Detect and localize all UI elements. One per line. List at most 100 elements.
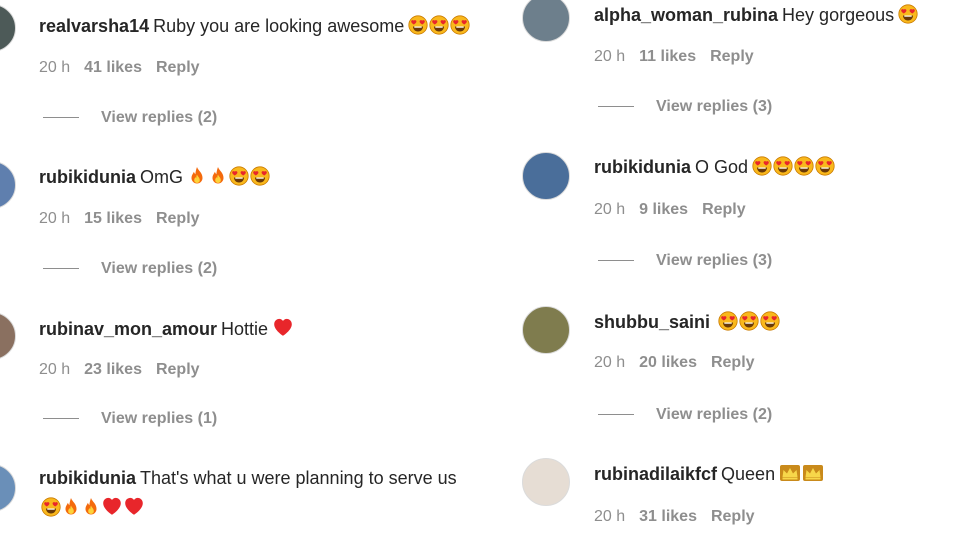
comment-text-line: rubinav_mon_amour Hottie <box>39 316 295 344</box>
comment-item: alpha_woman_rubina Hey gorgeous 20 h 11 li… <box>512 0 960 140</box>
comment-emojis <box>408 15 471 41</box>
comment-emojis <box>718 311 781 337</box>
comment-text-line: realvarsha14 Ruby you are looking awesome <box>39 14 471 41</box>
comment-likes[interactable]: 11 likes <box>639 48 696 65</box>
comment-time: 20 h <box>594 201 626 218</box>
heart-eyes-emoji <box>250 166 270 186</box>
comment-text-line: rubikidunia That's what u were planning t… <box>39 466 457 490</box>
crown-emoji <box>779 463 801 483</box>
comment-body: O God <box>695 157 749 177</box>
comment-text-line: rubikidunia O God <box>594 155 836 182</box>
comment-item: rubinadilaikfcf Queen 20 h 31 likes Reply <box>512 452 960 540</box>
view-replies-button[interactable]: View replies (2) <box>43 109 217 127</box>
comment-meta: 20 h 15 likes Reply <box>39 210 214 228</box>
reply-button[interactable]: Reply <box>156 210 200 227</box>
heart-eyes-emoji <box>773 156 793 176</box>
comment-likes[interactable]: 15 likes <box>84 210 142 227</box>
comment-item: rubikidunia OmG 20 h 15 likes Reply View re… <box>0 152 500 292</box>
comment-username[interactable]: rubinadilaikfcf <box>594 464 717 484</box>
comment-username[interactable]: shubbu_saini <box>594 312 710 332</box>
avatar[interactable] <box>0 161 16 209</box>
red-heart-emoji <box>101 495 123 517</box>
comment-username[interactable]: realvarsha14 <box>39 16 149 36</box>
comment-likes[interactable]: 41 likes <box>84 59 142 76</box>
comments-column-right: alpha_woman_rubina Hey gorgeous 20 h 11 li… <box>512 0 960 540</box>
red-heart-emoji <box>272 316 294 338</box>
view-replies-button[interactable]: View replies (3) <box>598 252 772 270</box>
view-replies-label: View replies (3) <box>656 252 773 269</box>
replies-divider <box>43 117 79 119</box>
comment-text-line: alpha_woman_rubina Hey gorgeous <box>594 3 919 30</box>
avatar[interactable] <box>0 464 16 512</box>
fire-emoji <box>208 166 228 186</box>
heart-eyes-emoji <box>760 311 780 331</box>
replies-divider <box>43 418 79 420</box>
comment-meta: 20 h 41 likes Reply <box>39 59 214 77</box>
heart-eyes-emoji <box>739 311 759 331</box>
comment-emojis <box>187 166 271 192</box>
reply-button[interactable]: Reply <box>156 361 200 378</box>
reply-button[interactable]: Reply <box>711 508 755 525</box>
comment-likes[interactable]: 23 likes <box>84 361 142 378</box>
heart-eyes-emoji <box>41 497 61 517</box>
comment-username[interactable]: alpha_woman_rubina <box>594 5 778 25</box>
comment-text-line: rubinadilaikfcf Queen <box>594 462 825 489</box>
red-heart-emoji <box>123 495 145 517</box>
heart-eyes-emoji <box>898 4 918 24</box>
reply-button[interactable]: Reply <box>710 48 754 65</box>
comment-text-line: shubbu_saini <box>594 310 781 337</box>
comment-emojis <box>272 316 295 344</box>
view-replies-button[interactable]: View replies (2) <box>598 406 772 424</box>
avatar[interactable] <box>522 306 570 354</box>
replies-divider <box>598 106 634 108</box>
comment-username[interactable]: rubikidunia <box>39 468 136 488</box>
comment-body: Hottie <box>221 319 269 339</box>
comment-body: OmG <box>140 167 184 187</box>
avatar[interactable] <box>522 152 570 200</box>
fire-emoji <box>61 497 81 517</box>
comment-time: 20 h <box>594 354 626 371</box>
comment-body: That's what u were planning to serve us <box>140 468 457 488</box>
replies-divider <box>598 414 634 416</box>
comment-username[interactable]: rubikidunia <box>39 167 136 187</box>
comment-meta: 20 h 20 likes Reply <box>594 354 769 372</box>
comment-likes[interactable]: 31 likes <box>639 508 697 525</box>
view-replies-button[interactable]: View replies (3) <box>598 98 772 116</box>
heart-eyes-emoji <box>794 156 814 176</box>
comment-likes[interactable]: 9 likes <box>639 201 688 218</box>
comment-time: 20 h <box>594 48 626 65</box>
avatar[interactable] <box>0 4 16 52</box>
comment-item: rubikidunia That's what u were planning t… <box>0 452 500 540</box>
heart-eyes-emoji <box>229 166 249 186</box>
comment-item: realvarsha14 Ruby you are looking awesome… <box>0 0 500 140</box>
comment-likes[interactable]: 20 likes <box>639 354 697 371</box>
comment-username[interactable]: rubikidunia <box>594 157 691 177</box>
comment-meta: 20 h 9 likes Reply <box>594 201 760 219</box>
comments-column-left: realvarsha14 Ruby you are looking awesome… <box>0 0 500 540</box>
reply-button[interactable]: Reply <box>711 354 755 371</box>
comment-item: shubbu_saini 20 h 20 likes Reply View repl… <box>512 300 960 440</box>
comment-time: 20 h <box>594 508 626 525</box>
view-replies-button[interactable]: View replies (2) <box>43 260 217 278</box>
heart-eyes-emoji <box>408 15 428 35</box>
comment-body: Hey gorgeous <box>782 5 895 25</box>
comment-meta: 20 h 11 likes Reply <box>594 48 768 66</box>
view-replies-label: View replies (3) <box>656 98 773 115</box>
comment-time: 20 h <box>39 210 71 227</box>
comment-emojis <box>898 4 919 30</box>
comment-emojis <box>752 156 836 182</box>
reply-button[interactable]: Reply <box>156 59 200 76</box>
reply-button[interactable]: Reply <box>702 201 746 218</box>
avatar[interactable] <box>0 312 16 360</box>
comment-time: 20 h <box>39 59 71 76</box>
avatar[interactable] <box>522 458 570 506</box>
avatar[interactable] <box>522 0 570 42</box>
comment-body: Ruby you are looking awesome <box>153 16 405 36</box>
heart-eyes-emoji <box>815 156 835 176</box>
view-replies-button[interactable]: View replies (1) <box>43 410 217 428</box>
heart-eyes-emoji <box>752 156 772 176</box>
comment-body: Queen <box>721 464 776 484</box>
comment-meta: 20 h 23 likes Reply <box>39 361 214 379</box>
view-replies-label: View replies (2) <box>101 260 218 277</box>
comment-username[interactable]: rubinav_mon_amour <box>39 319 217 339</box>
